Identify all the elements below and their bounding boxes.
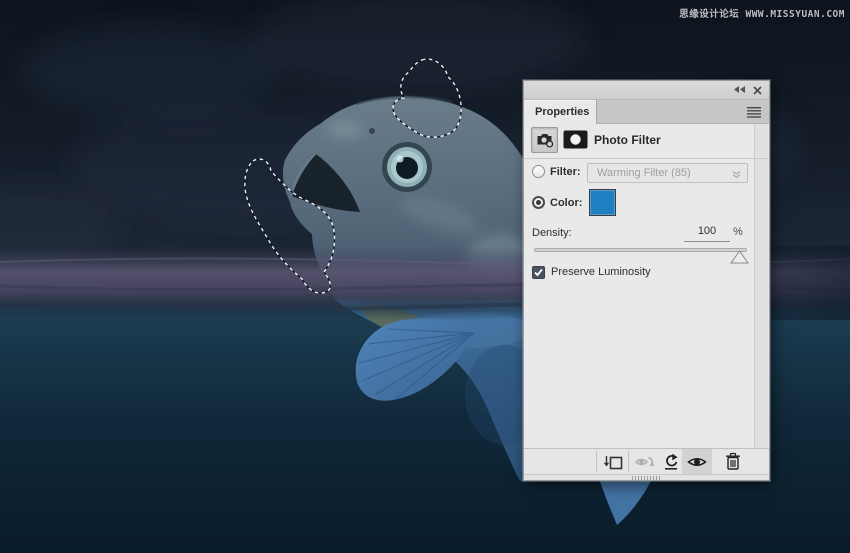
toolbar-separator bbox=[596, 451, 597, 472]
panel-titlebar bbox=[524, 81, 769, 100]
divider bbox=[524, 158, 769, 159]
color-label: Color: bbox=[550, 197, 582, 209]
clip-to-layer-icon[interactable] bbox=[599, 449, 627, 474]
density-slider-track[interactable] bbox=[534, 248, 747, 252]
density-unit: % bbox=[733, 226, 743, 238]
panel-menu-icon[interactable] bbox=[747, 107, 761, 118]
fish-nostril bbox=[369, 128, 375, 134]
close-panel-icon[interactable] bbox=[753, 86, 762, 95]
reset-to-defaults-icon[interactable] bbox=[660, 449, 682, 474]
filter-dropdown-value: Warming Filter (85) bbox=[597, 167, 691, 179]
color-swatch[interactable] bbox=[589, 189, 616, 216]
preserve-luminosity-label: Preserve Luminosity bbox=[551, 266, 651, 278]
layer-mask-icon[interactable] bbox=[563, 130, 588, 149]
double-chevron-icon bbox=[732, 170, 741, 179]
filter-radio[interactable] bbox=[532, 165, 545, 178]
filter-label: Filter: bbox=[550, 166, 581, 178]
scrollbar-track[interactable] bbox=[754, 124, 768, 448]
toolbar-separator bbox=[628, 451, 629, 472]
photo-filter-adjustment-icon[interactable] bbox=[531, 127, 558, 153]
panel-bottom-strip bbox=[524, 474, 769, 480]
panel-toolbar bbox=[524, 448, 769, 474]
color-radio[interactable] bbox=[532, 196, 545, 209]
filter-dropdown[interactable]: Warming Filter (85) bbox=[587, 163, 748, 183]
density-label: Density: bbox=[532, 227, 572, 239]
collapse-panel-icon[interactable] bbox=[734, 86, 745, 93]
panel-resize-grip[interactable] bbox=[632, 476, 660, 480]
photoshop-workspace: 思缘设计论坛 WWW.MISSYUAN.COM Properties bbox=[0, 0, 850, 553]
fish-eye bbox=[382, 142, 432, 192]
density-value-field[interactable]: 100 bbox=[684, 225, 730, 242]
density-slider-thumb[interactable] bbox=[730, 250, 749, 264]
preserve-luminosity-checkbox[interactable] bbox=[532, 266, 545, 279]
view-previous-state-eye-arrow-icon[interactable] bbox=[632, 449, 658, 474]
delete-adjustment-trash-icon[interactable] bbox=[720, 449, 746, 474]
layer-visibility-eye-icon[interactable] bbox=[682, 449, 712, 474]
adjustment-title: Photo Filter bbox=[594, 133, 661, 147]
tab-properties[interactable]: Properties bbox=[524, 100, 597, 124]
properties-panel: Properties Photo Filter Filte bbox=[523, 80, 770, 481]
site-watermark: 思缘设计论坛 WWW.MISSYUAN.COM bbox=[679, 6, 845, 20]
panel-content: Photo Filter Filter: Warming Filter (85)… bbox=[524, 124, 769, 448]
panel-tabbar: Properties bbox=[524, 100, 769, 124]
